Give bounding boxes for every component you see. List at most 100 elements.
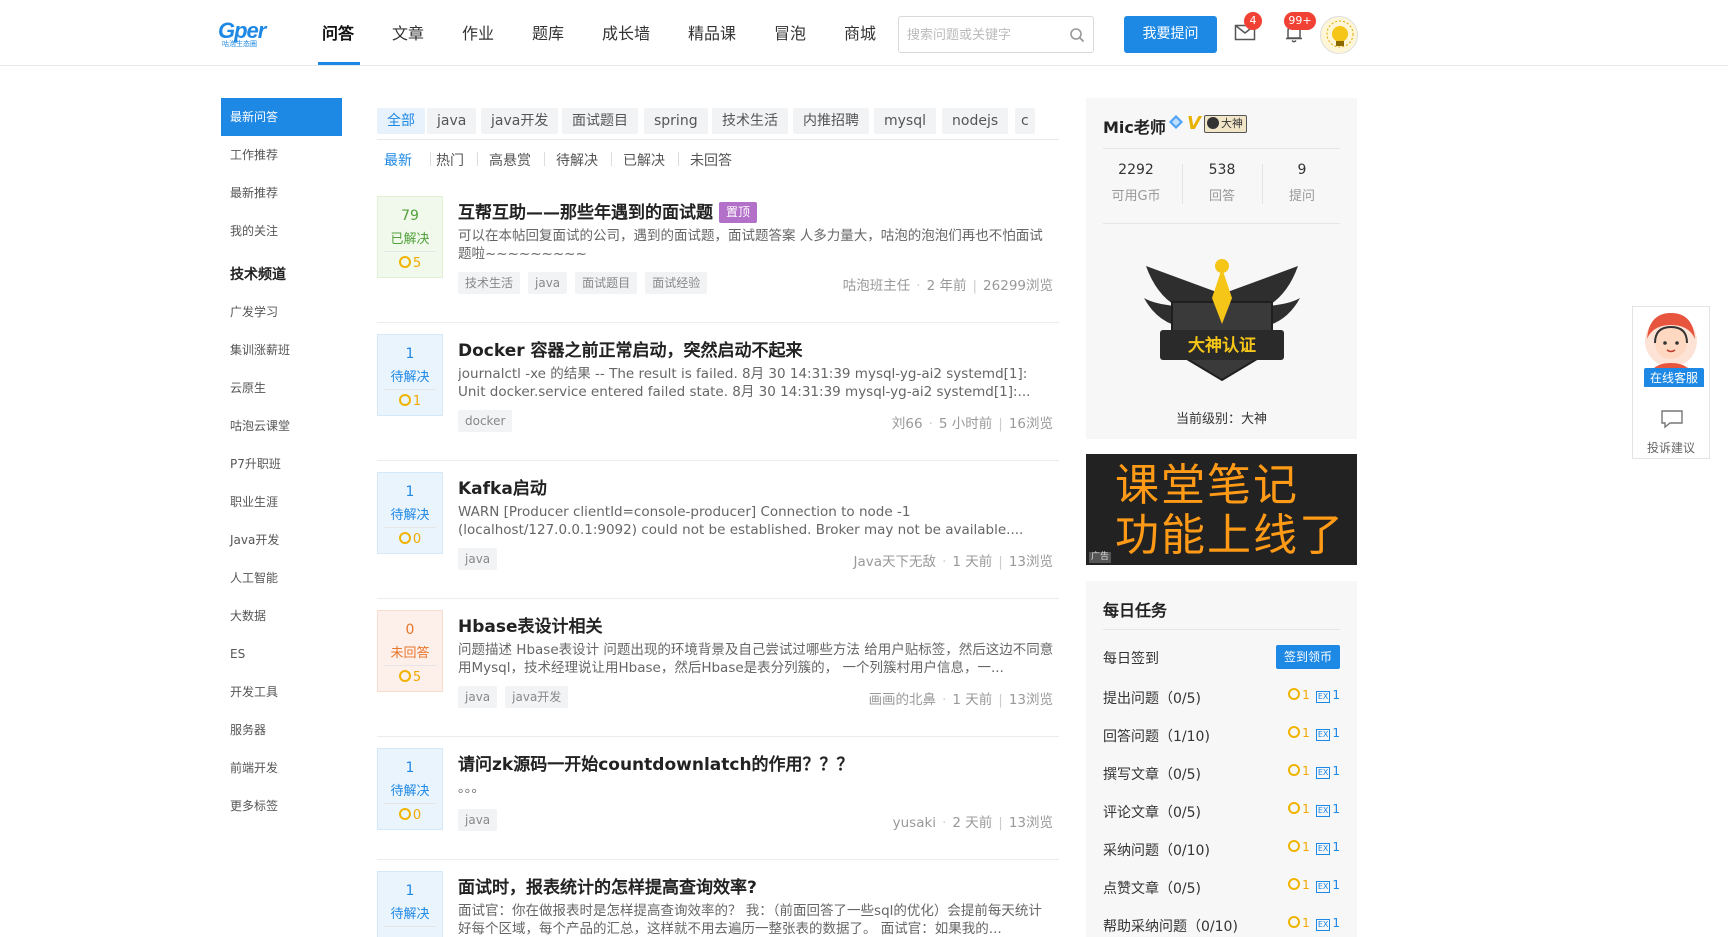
- question-item[interactable]: 0 未回答 5 Hbase表设计相关 问题描述 Hbase表设计 问题出现的环境…: [377, 610, 1059, 737]
- question-tag[interactable]: java: [458, 809, 498, 831]
- ask-question-button[interactable]: 我要提问: [1124, 16, 1217, 53]
- divider: [1103, 148, 1340, 149]
- sidebar-channel[interactable]: 集训涨薪班: [221, 331, 342, 369]
- question-item[interactable]: 1 待解决 0 请问zk源码一开始countdownlatch的作用？？？ 。。…: [377, 748, 1059, 860]
- sidebar-channel[interactable]: 咕泡云课堂: [221, 407, 342, 445]
- coin-reward: 1: [1302, 840, 1310, 854]
- question-title[interactable]: Docker 容器之前正常启动，突然启动不起来: [458, 336, 803, 361]
- tag-filter[interactable]: spring: [644, 108, 708, 134]
- sidebar-channel[interactable]: 前端开发: [221, 749, 342, 787]
- filter-pending[interactable]: 待解决: [556, 150, 598, 170]
- question-title[interactable]: 面试时，报表统计的怎样提高查询效率?: [458, 873, 757, 898]
- site-logo[interactable]: Gper 咕泡生态圈: [218, 20, 276, 49]
- question-author[interactable]: 画画的北鼻: [869, 692, 937, 708]
- question-views: 26299浏览: [983, 278, 1053, 294]
- sidebar-channel[interactable]: ES: [221, 635, 342, 673]
- sidebar-channel[interactable]: P7升职班: [221, 445, 342, 483]
- answer-count: 79: [401, 208, 419, 224]
- task-checkin: 每日签到 签到领币: [1103, 645, 1340, 669]
- filter-solved[interactable]: 已解决: [623, 150, 665, 170]
- checkin-button[interactable]: 签到领币: [1276, 645, 1340, 669]
- stat-label: 可用G币: [1111, 189, 1161, 204]
- sidebar-channel[interactable]: 职业生涯: [221, 483, 342, 521]
- reward-amount: 0: [412, 532, 422, 547]
- question-author[interactable]: yusaki: [893, 815, 936, 831]
- search-icon[interactable]: [1069, 27, 1085, 43]
- nav-articles[interactable]: 文章: [392, 20, 424, 46]
- sidebar-channel[interactable]: 开发工具: [221, 673, 342, 711]
- question-tag[interactable]: docker: [458, 410, 513, 432]
- sort-latest[interactable]: 最新: [384, 150, 412, 170]
- user-avatar[interactable]: [1320, 16, 1358, 54]
- nav-question-bank[interactable]: 题库: [532, 20, 564, 46]
- tag-filter[interactable]: java开发: [481, 108, 559, 134]
- search-input[interactable]: [907, 25, 1067, 45]
- nav-premium-courses[interactable]: 精品课: [688, 20, 736, 46]
- answer-count-box: 1 待解决 0: [377, 748, 443, 830]
- tag-filter[interactable]: java: [427, 108, 477, 134]
- coin-reward: 1: [1302, 802, 1310, 816]
- question-tag[interactable]: java: [528, 272, 568, 294]
- question-title[interactable]: 互帮互助——那些年遇到的面试题 置顶: [458, 198, 758, 223]
- ad-banner[interactable]: 课堂笔记 功能上线了 广告: [1086, 454, 1357, 565]
- tag-filter[interactable]: nodejs: [942, 108, 1009, 134]
- god-level-badge: 大神: [1203, 115, 1247, 133]
- sort-high-reward[interactable]: 高悬赏: [489, 150, 531, 170]
- sidebar-channel[interactable]: 云原生: [221, 369, 342, 407]
- nav-growth-wall[interactable]: 成长墙: [602, 20, 650, 46]
- nav-bubble[interactable]: 冒泡: [774, 20, 806, 46]
- online-service-button[interactable]: 在线客服: [1633, 307, 1709, 387]
- sidebar-channel[interactable]: 广发学习: [221, 293, 342, 331]
- question-tag[interactable]: 面试经验: [645, 272, 708, 294]
- stat-coins[interactable]: 2292 可用G币: [1096, 162, 1176, 204]
- sidebar-item-my-follows[interactable]: 我的关注: [221, 212, 342, 250]
- sidebar-item-job-recommend[interactable]: 工作推荐: [221, 136, 342, 174]
- sidebar-channel[interactable]: 大数据: [221, 597, 342, 635]
- sidebar-channel[interactable]: 人工智能: [221, 559, 342, 597]
- question-tag[interactable]: 技术生活: [458, 272, 521, 294]
- sidebar-channel[interactable]: 服务器: [221, 711, 342, 749]
- sidebar-more-tags[interactable]: 更多标签: [221, 787, 342, 825]
- question-item[interactable]: 1 待解决 面试时，报表统计的怎样提高查询效率? 面试官：你在做报表时是怎样提高…: [377, 871, 1059, 937]
- sidebar-channel[interactable]: Java开发: [221, 521, 342, 559]
- question-item[interactable]: 1 待解决 1 Docker 容器之前正常启动，突然启动不起来 journalc…: [377, 334, 1059, 461]
- sort-hot[interactable]: 热门: [436, 150, 464, 170]
- tag-filter[interactable]: 内推招聘: [793, 108, 869, 134]
- question-item[interactable]: 1 待解决 0 Kafka启动 WARN [Producer clientId=…: [377, 472, 1059, 599]
- feedback-label[interactable]: 投诉建议: [1633, 439, 1709, 456]
- nav-homework[interactable]: 作业: [462, 20, 494, 46]
- tag-filter-all[interactable]: 全部: [377, 108, 425, 134]
- task-item: 采纳问题（0/10) 1 EX 1: [1103, 837, 1340, 861]
- tag-filter[interactable]: 技术生活: [712, 108, 788, 134]
- question-author[interactable]: 刘66: [892, 416, 923, 432]
- nav-qa[interactable]: 问答: [322, 20, 354, 46]
- question-title[interactable]: 请问zk源码一开始countdownlatch的作用？？？: [458, 750, 854, 775]
- question-author[interactable]: 咕泡班主任: [843, 278, 911, 294]
- tag-filter[interactable]: mysql: [874, 108, 936, 134]
- tag-filter[interactable]: 面试题目: [562, 108, 638, 134]
- question-meta: 刘66 · 5 小时前 | 16浏览: [891, 416, 1053, 432]
- sidebar-item-latest-recommend[interactable]: 最新推荐: [221, 174, 342, 212]
- coin-reward: 1: [1302, 916, 1310, 930]
- question-title[interactable]: Kafka启动: [458, 474, 547, 499]
- stat-answers[interactable]: 538 回答: [1182, 162, 1262, 204]
- divider: [377, 139, 1059, 140]
- question-author[interactable]: Java天下无敌: [854, 554, 937, 570]
- question-title[interactable]: Hbase表设计相关: [458, 612, 603, 637]
- online-service-label: 在线客服: [1644, 368, 1704, 387]
- question-tag[interactable]: java: [458, 686, 498, 708]
- nav-store[interactable]: 商城: [844, 20, 876, 46]
- sidebar-item-latest-qa[interactable]: 最新问答: [221, 98, 342, 136]
- user-name[interactable]: Mic老师: [1103, 114, 1166, 138]
- tag-filter[interactable]: c: [1015, 108, 1035, 134]
- message-icon[interactable]: [1660, 409, 1684, 429]
- question-tag[interactable]: java: [458, 548, 498, 570]
- question-tag[interactable]: 面试题目: [575, 272, 638, 294]
- ex-icon: EX: [1315, 805, 1331, 817]
- question-item[interactable]: 79 已解决 5 互帮互助——那些年遇到的面试题 置顶 可以在本帖回复面试的公司，…: [377, 196, 1059, 323]
- question-tag[interactable]: java开发: [505, 686, 569, 708]
- floating-service-panel: 在线客服 投诉建议: [1632, 306, 1710, 459]
- filter-unanswered[interactable]: 未回答: [690, 150, 732, 170]
- stat-questions[interactable]: 9 提问: [1262, 162, 1342, 204]
- notification-badge: 99+: [1284, 12, 1316, 30]
